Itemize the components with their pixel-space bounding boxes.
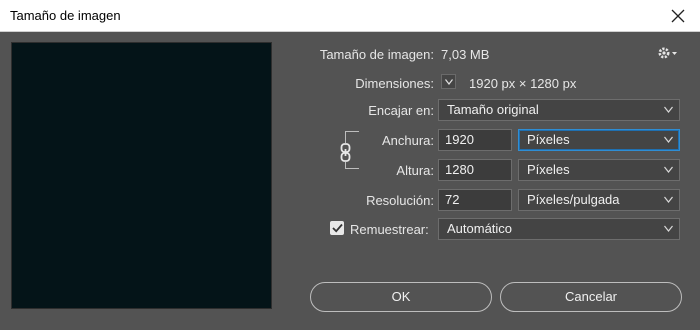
close-icon[interactable] xyxy=(666,4,690,28)
dimensions-value: 1920 px × 1280 px xyxy=(469,76,577,91)
image-preview xyxy=(11,42,272,309)
fit-to-label: Encajar en: xyxy=(368,103,434,118)
chain-link-icon[interactable] xyxy=(339,143,352,162)
resample-label: Remuestrear: xyxy=(350,222,429,237)
width-unit-select[interactable]: Píxeles xyxy=(518,129,680,151)
chevron-down-icon xyxy=(664,225,673,232)
resolution-label: Resolución: xyxy=(366,193,434,208)
fit-to-select[interactable]: Tamaño original xyxy=(438,99,680,121)
height-unit-value: Píxeles xyxy=(527,162,570,177)
height-label: Altura: xyxy=(396,163,434,178)
chevron-down-icon xyxy=(664,196,673,203)
window-title: Tamaño de imagen xyxy=(10,8,121,23)
chevron-down-icon xyxy=(664,136,673,143)
width-input[interactable]: 1920 xyxy=(438,129,512,151)
chevron-down-icon xyxy=(444,78,453,85)
fit-to-value: Tamaño original xyxy=(447,102,539,117)
chevron-down-icon xyxy=(664,166,673,173)
resample-select[interactable]: Automático xyxy=(438,218,680,240)
height-input[interactable]: 1280 xyxy=(438,159,512,181)
chevron-down-icon xyxy=(664,106,673,113)
resolution-unit-value: Píxeles/pulgada xyxy=(527,192,620,207)
cancel-button[interactable]: Cancelar xyxy=(500,282,682,312)
ok-button[interactable]: OK xyxy=(310,282,492,312)
dimensions-label: Dimensiones: xyxy=(355,76,434,91)
link-bracket-top xyxy=(345,131,359,143)
dimensions-unit-dropdown[interactable] xyxy=(441,74,456,89)
resample-value: Automático xyxy=(447,221,513,236)
resolution-input[interactable]: 72 xyxy=(438,189,512,211)
width-unit-value: Píxeles xyxy=(527,132,570,147)
image-size-value: 7,03 MB xyxy=(441,47,490,62)
checkmark-icon xyxy=(331,223,343,233)
width-label: Anchura: xyxy=(381,133,434,148)
resample-checkbox[interactable] xyxy=(330,221,344,235)
resolution-unit-select[interactable]: Píxeles/pulgada xyxy=(518,189,680,211)
gear-icon[interactable] xyxy=(657,45,679,63)
image-size-label: Tamaño de imagen: xyxy=(319,47,434,62)
title-bar: Tamaño de imagen xyxy=(0,0,700,32)
height-unit-select[interactable]: Píxeles xyxy=(518,159,680,181)
